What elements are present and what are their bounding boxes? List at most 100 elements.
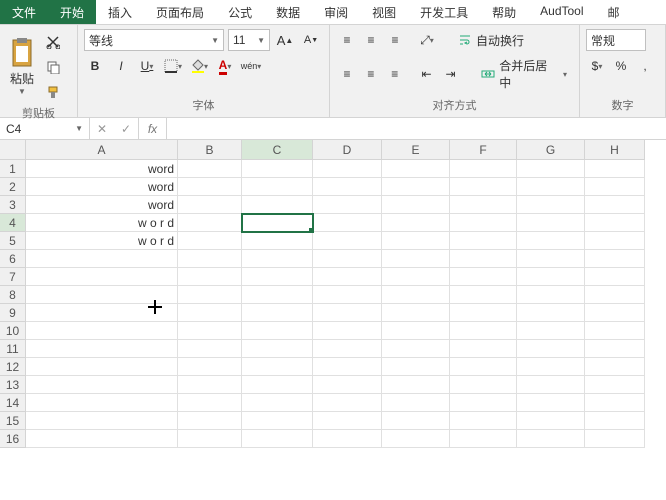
- row-header-9[interactable]: 9: [0, 304, 26, 322]
- align-bottom-button[interactable]: ≡: [384, 29, 406, 51]
- tab-page-layout[interactable]: 页面布局: [144, 0, 216, 24]
- cell-C5[interactable]: [242, 232, 313, 250]
- cell-H1[interactable]: [585, 160, 645, 178]
- wrap-text-button[interactable]: 自动换行: [452, 30, 530, 51]
- cell-H6[interactable]: [585, 250, 645, 268]
- cell-D3[interactable]: [313, 196, 382, 214]
- cell-H11[interactable]: [585, 340, 645, 358]
- cell-H10[interactable]: [585, 322, 645, 340]
- cell-B4[interactable]: [178, 214, 242, 232]
- underline-button[interactable]: U ▾: [136, 55, 158, 77]
- cell-F7[interactable]: [450, 268, 517, 286]
- cell-G7[interactable]: [517, 268, 585, 286]
- cell-B10[interactable]: [178, 322, 242, 340]
- cell-D7[interactable]: [313, 268, 382, 286]
- increase-font-button[interactable]: A▲: [274, 29, 296, 51]
- name-box[interactable]: C4▼: [0, 118, 90, 139]
- tab-help[interactable]: 帮助: [480, 0, 528, 24]
- cell-D15[interactable]: [313, 412, 382, 430]
- column-header-G[interactable]: G: [517, 140, 585, 160]
- cell-G2[interactable]: [517, 178, 585, 196]
- cell-F12[interactable]: [450, 358, 517, 376]
- column-header-C[interactable]: C: [242, 140, 313, 160]
- cell-A7[interactable]: [26, 268, 178, 286]
- cell-H13[interactable]: [585, 376, 645, 394]
- cell-E11[interactable]: [382, 340, 450, 358]
- cell-C8[interactable]: [242, 286, 313, 304]
- copy-button[interactable]: [42, 56, 64, 78]
- cell-C2[interactable]: [242, 178, 313, 196]
- enter-button[interactable]: ✓: [114, 118, 138, 139]
- phonetic-button[interactable]: wén▾: [240, 55, 262, 77]
- cell-F2[interactable]: [450, 178, 517, 196]
- cell-C3[interactable]: [242, 196, 313, 214]
- cell-G10[interactable]: [517, 322, 585, 340]
- cell-H14[interactable]: [585, 394, 645, 412]
- cell-H8[interactable]: [585, 286, 645, 304]
- orientation-button[interactable]: ⤢▾: [416, 29, 438, 51]
- row-header-15[interactable]: 15: [0, 412, 26, 430]
- cell-H15[interactable]: [585, 412, 645, 430]
- cell-A5[interactable]: w o r d: [26, 232, 178, 250]
- cell-B1[interactable]: [178, 160, 242, 178]
- cell-G1[interactable]: [517, 160, 585, 178]
- cell-E4[interactable]: [382, 214, 450, 232]
- cut-button[interactable]: [42, 31, 64, 53]
- column-header-B[interactable]: B: [178, 140, 242, 160]
- cell-H9[interactable]: [585, 304, 645, 322]
- cell-G15[interactable]: [517, 412, 585, 430]
- cell-C16[interactable]: [242, 430, 313, 448]
- paste-button[interactable]: 粘贴 ▼: [6, 34, 38, 98]
- tab-audtool[interactable]: AudTool: [528, 0, 595, 24]
- tab-insert[interactable]: 插入: [96, 0, 144, 24]
- cell-E15[interactable]: [382, 412, 450, 430]
- tab-formulas[interactable]: 公式: [216, 0, 264, 24]
- cell-D8[interactable]: [313, 286, 382, 304]
- row-header-4[interactable]: 4: [0, 214, 26, 232]
- align-center-button[interactable]: ≡: [360, 63, 382, 85]
- font-name-combo[interactable]: 等线▼: [84, 29, 224, 51]
- cell-A13[interactable]: [26, 376, 178, 394]
- align-left-button[interactable]: ≡: [336, 63, 358, 85]
- align-middle-button[interactable]: ≡: [360, 29, 382, 51]
- cell-H7[interactable]: [585, 268, 645, 286]
- tab-developer[interactable]: 开发工具: [408, 0, 480, 24]
- font-color-button[interactable]: A▾: [214, 55, 236, 77]
- cell-F3[interactable]: [450, 196, 517, 214]
- row-header-5[interactable]: 5: [0, 232, 26, 250]
- cell-E1[interactable]: [382, 160, 450, 178]
- cell-E7[interactable]: [382, 268, 450, 286]
- row-header-10[interactable]: 10: [0, 322, 26, 340]
- cell-D1[interactable]: [313, 160, 382, 178]
- tab-review[interactable]: 审阅: [312, 0, 360, 24]
- cell-C7[interactable]: [242, 268, 313, 286]
- cell-B13[interactable]: [178, 376, 242, 394]
- cell-D14[interactable]: [313, 394, 382, 412]
- cell-D11[interactable]: [313, 340, 382, 358]
- cell-B3[interactable]: [178, 196, 242, 214]
- cell-H5[interactable]: [585, 232, 645, 250]
- row-header-12[interactable]: 12: [0, 358, 26, 376]
- cell-H3[interactable]: [585, 196, 645, 214]
- cell-B15[interactable]: [178, 412, 242, 430]
- cell-B6[interactable]: [178, 250, 242, 268]
- cell-D16[interactable]: [313, 430, 382, 448]
- column-header-D[interactable]: D: [313, 140, 382, 160]
- row-header-7[interactable]: 7: [0, 268, 26, 286]
- tab-home[interactable]: 开始: [48, 0, 96, 24]
- cell-F4[interactable]: [450, 214, 517, 232]
- cell-F1[interactable]: [450, 160, 517, 178]
- cell-E5[interactable]: [382, 232, 450, 250]
- cell-B11[interactable]: [178, 340, 242, 358]
- cell-F15[interactable]: [450, 412, 517, 430]
- cell-C4[interactable]: [242, 214, 313, 232]
- cell-F16[interactable]: [450, 430, 517, 448]
- increase-indent-button[interactable]: ⇥: [440, 63, 462, 85]
- cell-C9[interactable]: [242, 304, 313, 322]
- cell-C13[interactable]: [242, 376, 313, 394]
- cell-A8[interactable]: [26, 286, 178, 304]
- fill-color-button[interactable]: ▾: [188, 55, 210, 77]
- cell-G6[interactable]: [517, 250, 585, 268]
- format-painter-button[interactable]: [42, 81, 64, 103]
- tab-data[interactable]: 数据: [264, 0, 312, 24]
